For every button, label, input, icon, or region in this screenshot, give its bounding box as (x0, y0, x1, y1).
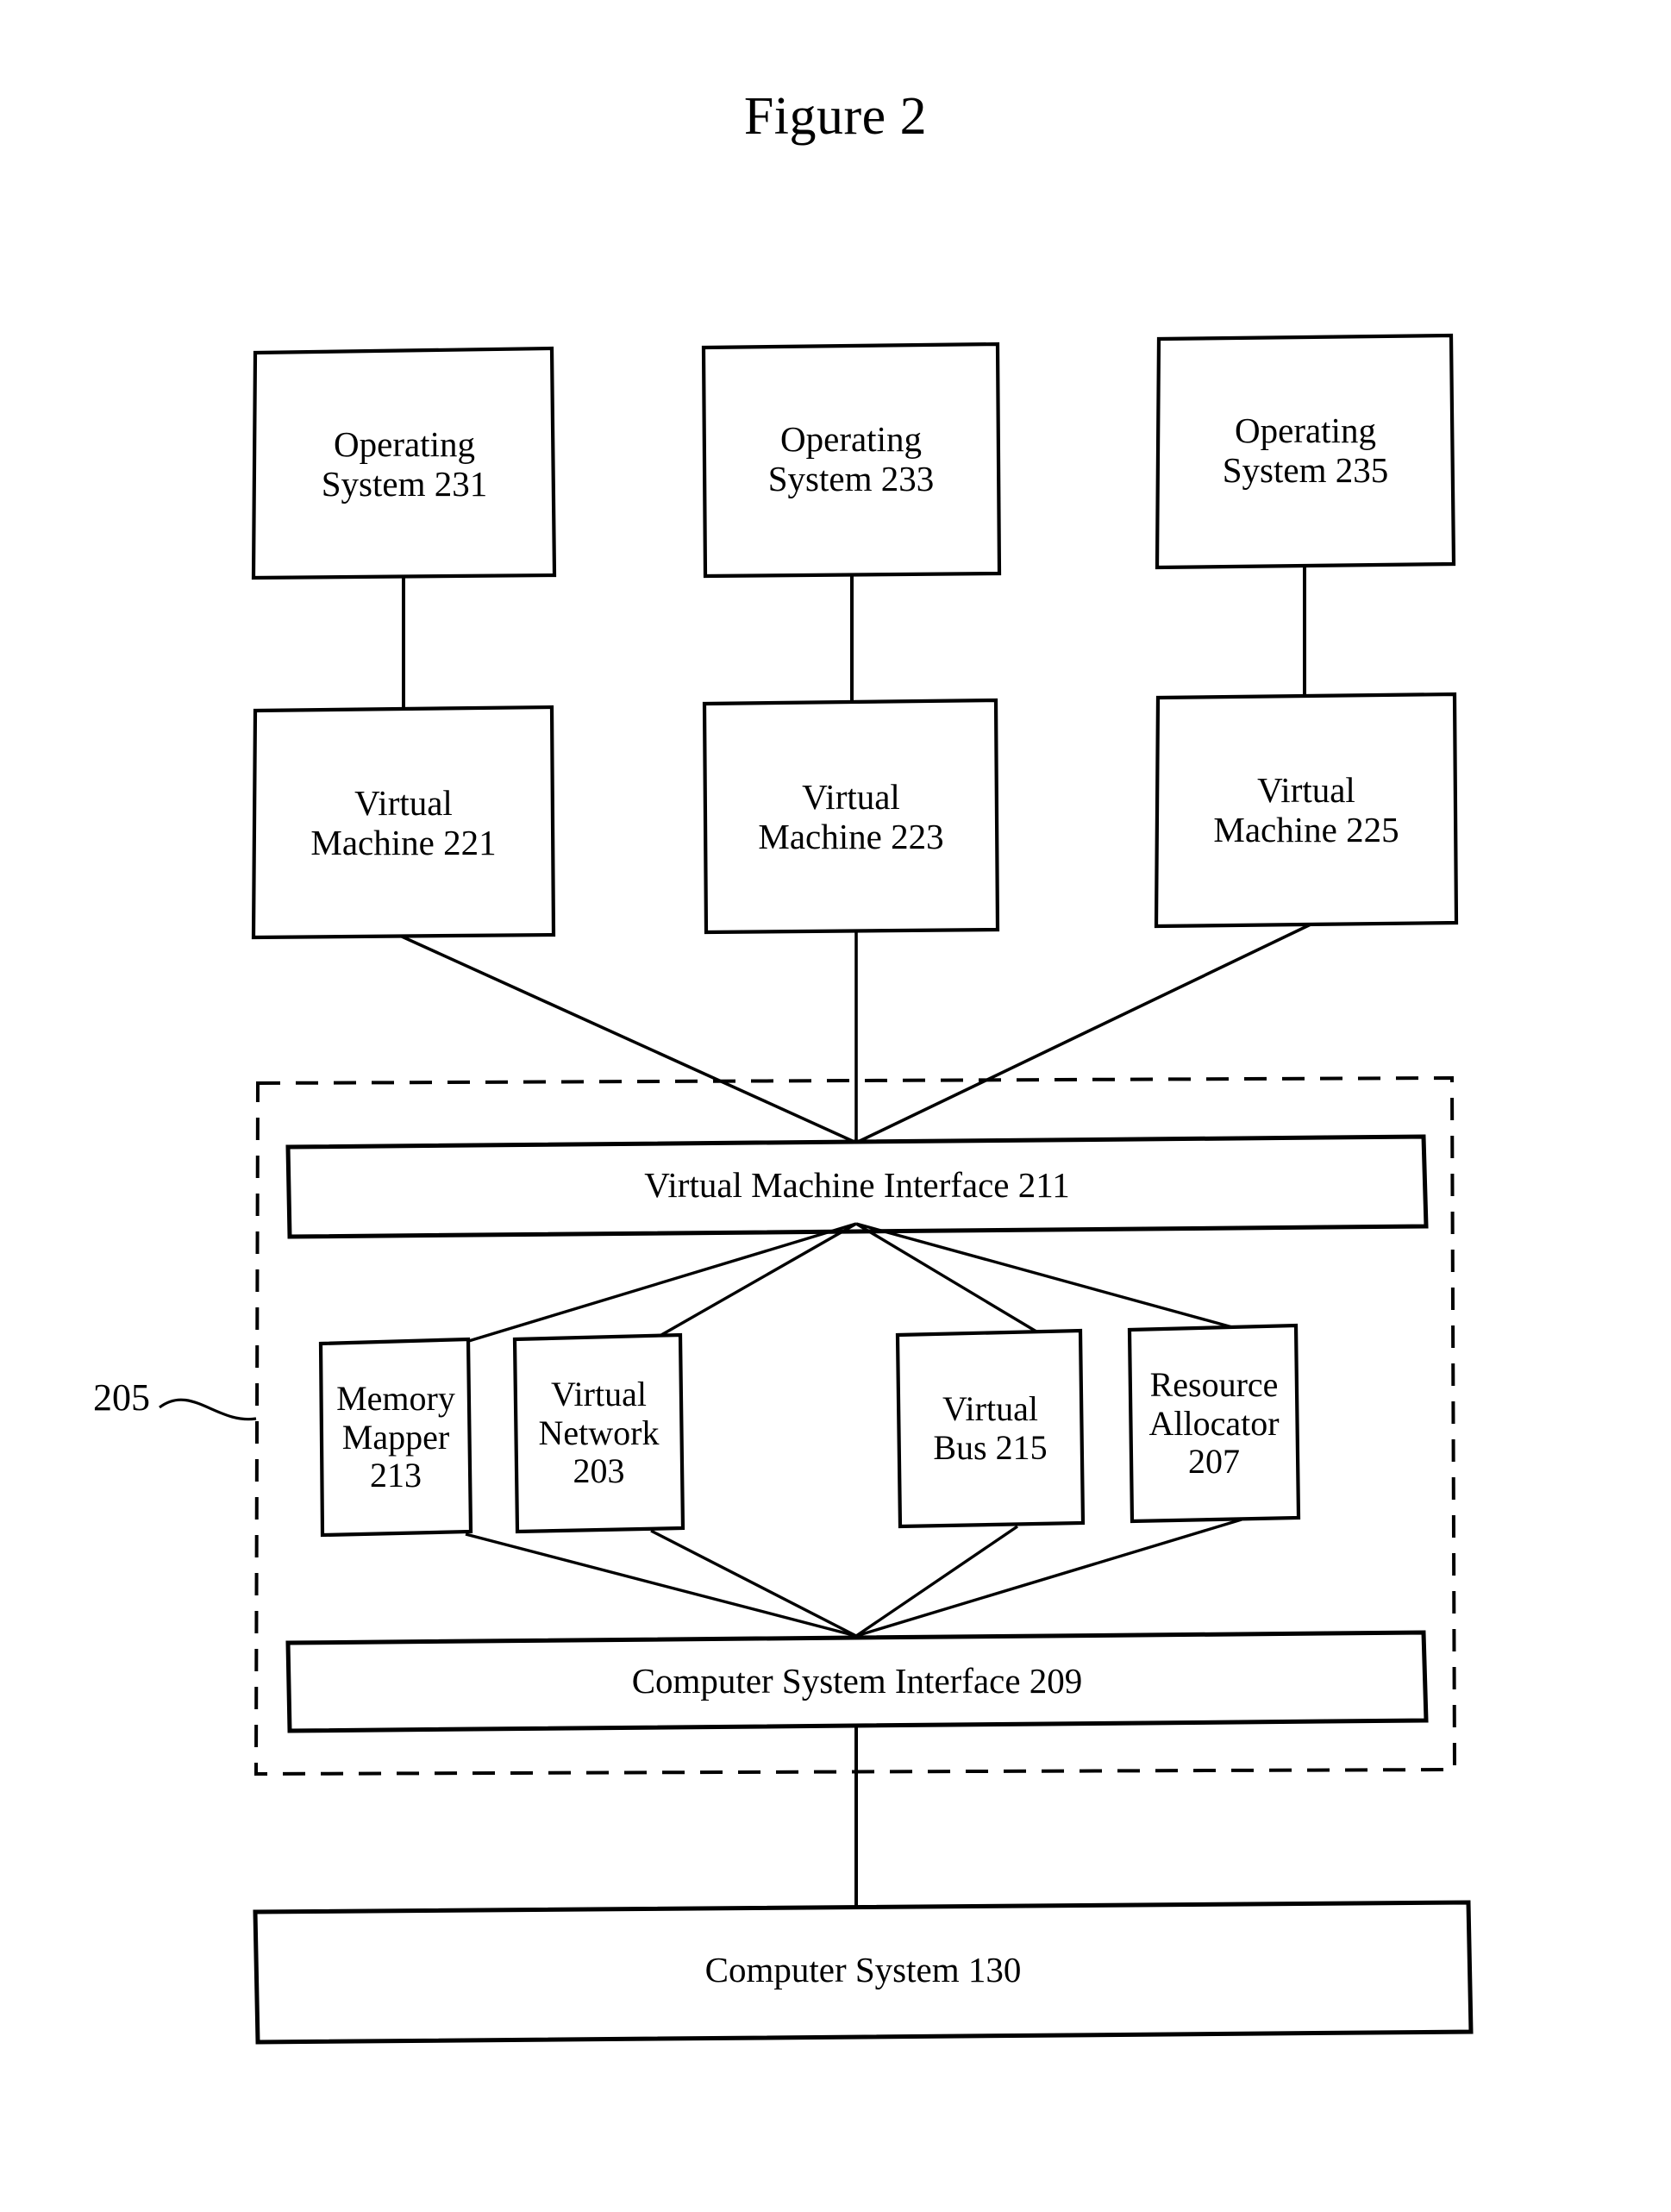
connector-vmi-virtual-bus (855, 1222, 1046, 1338)
os-235-box (1155, 333, 1456, 570)
virtual-network-203-box (512, 1332, 685, 1534)
reference-numeral-205: 205 (93, 1376, 150, 1419)
virtual-bus-215-box (895, 1328, 1086, 1529)
connector-virtual-bus-csi (855, 1525, 1018, 1638)
vm-225-box (1154, 692, 1459, 929)
os-233-box (701, 342, 1002, 579)
reference-leader-line-205 (159, 1398, 257, 1421)
connector-resource-allocator-csi (855, 1518, 1242, 1638)
connector-virtual-network-csi (650, 1529, 857, 1638)
csi-209-box (285, 1630, 1429, 1733)
figure-page: Figure 2 Operating System 231 Operating … (0, 0, 1671, 2212)
connector-vm221-vmi (401, 935, 857, 1144)
connector-memory-mapper-csi (465, 1532, 857, 1638)
vm-223-box (702, 698, 1000, 935)
connector-vmi-virtual-network (654, 1222, 857, 1340)
diagram-canvas (159, 333, 1474, 2045)
connector-vmi-memory-mapper (462, 1222, 857, 1344)
os-231-box (251, 346, 557, 580)
memory-mapper-213-box (318, 1337, 473, 1538)
vm-221-box (251, 705, 556, 940)
connector-vmi-resource-allocator (855, 1222, 1242, 1332)
vmi-211-box (285, 1134, 1429, 1239)
resource-allocator-207-box (1127, 1323, 1301, 1524)
connector-vm225-vmi (855, 923, 1311, 1144)
computer-system-130-box (253, 1900, 1474, 2045)
